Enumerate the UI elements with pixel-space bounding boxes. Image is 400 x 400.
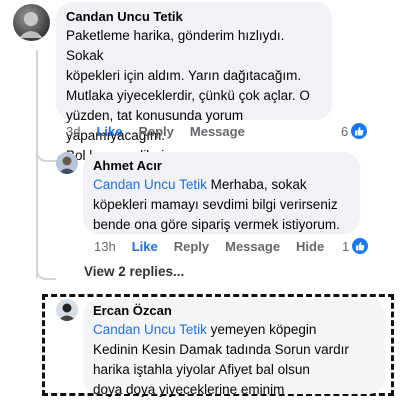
- reply-text: Candan Uncu Tetik Merhaba, sokak köpekle…: [93, 175, 350, 235]
- like-button[interactable]: Like: [132, 239, 158, 254]
- comment-line: Mutlaka yiyeceklerdir, çünkü çok açlar. …: [66, 88, 310, 103]
- reply-line: harika iştahla yiyolar Afiyet bal olsun: [93, 362, 310, 377]
- thread-line-curve: [36, 268, 56, 280]
- thumbs-up-icon: [351, 123, 368, 139]
- reply-line: Merhaba, sokak: [206, 177, 307, 192]
- avatar[interactable]: [56, 299, 78, 321]
- comment-author[interactable]: Candan Uncu Tetik: [66, 9, 322, 24]
- avatar[interactable]: [56, 152, 78, 174]
- message-button[interactable]: Message: [225, 239, 280, 254]
- reply-line: yemeyen köpegin: [206, 322, 317, 337]
- reply-bubble: Ahmet Acır Candan Uncu Tetik Merhaba, so…: [83, 152, 360, 234]
- reaction-number: 1: [342, 238, 350, 254]
- comment-line: köpekleri için aldım. Yarın dağıtacağım.: [66, 68, 302, 83]
- mention-link[interactable]: Candan Uncu Tetik: [93, 177, 207, 192]
- reaction-number: 6: [341, 123, 349, 139]
- avatar[interactable]: [13, 4, 50, 41]
- reply-text: Candan Uncu Tetik yemeyen köpegin Kedini…: [93, 320, 375, 400]
- thumbs-up-icon: [352, 238, 369, 254]
- reply-line: bende ona göre sipariş vermek istiyorum.: [93, 217, 340, 232]
- comment-time[interactable]: 3d: [66, 124, 80, 139]
- profile-photo-icon: [58, 303, 76, 321]
- reply-bubble: Ercan Özcan Candan Uncu Tetik yemeyen kö…: [83, 299, 385, 397]
- reply-line: köpekleri mamayı sevdimi bilgi verirseni…: [93, 197, 338, 212]
- reply-button[interactable]: Reply: [174, 239, 209, 254]
- profile-photo-icon: [58, 156, 76, 174]
- reply-line: doya doya yiyeceklerine eminim: [93, 382, 285, 397]
- comment-bubble: Candan Uncu Tetik Paketleme harika, gönd…: [56, 2, 332, 163]
- thread-line-main: [36, 50, 38, 278]
- reply-time[interactable]: 13h: [94, 239, 116, 254]
- comment-actions: 3d Like Reply Message: [66, 124, 261, 139]
- hide-button[interactable]: Hide: [296, 239, 324, 254]
- profile-photo-icon: [19, 12, 43, 38]
- thread-line-reply: [36, 140, 58, 162]
- view-replies-link[interactable]: View 2 replies...: [84, 264, 184, 279]
- reply-line: Kedinin Kesin Damak tadında Sorun vardır: [93, 342, 349, 357]
- message-button[interactable]: Message: [190, 124, 245, 139]
- reply-author[interactable]: Ahmet Acır: [93, 158, 350, 173]
- reaction-count[interactable]: 6: [341, 123, 368, 139]
- reply-actions: 13h Like Reply Message Hide: [94, 239, 340, 254]
- reply-author[interactable]: Ercan Özcan: [93, 303, 375, 318]
- reply-button[interactable]: Reply: [138, 124, 173, 139]
- reaction-count[interactable]: 1: [342, 238, 369, 254]
- comment-line: Paketleme harika, gönderim hızlıydı. Sok…: [66, 28, 285, 63]
- like-button[interactable]: Like: [96, 124, 122, 139]
- mention-link[interactable]: Candan Uncu Tetik: [93, 322, 207, 337]
- comment-text: Paketleme harika, gönderim hızlıydı. Sok…: [66, 26, 322, 166]
